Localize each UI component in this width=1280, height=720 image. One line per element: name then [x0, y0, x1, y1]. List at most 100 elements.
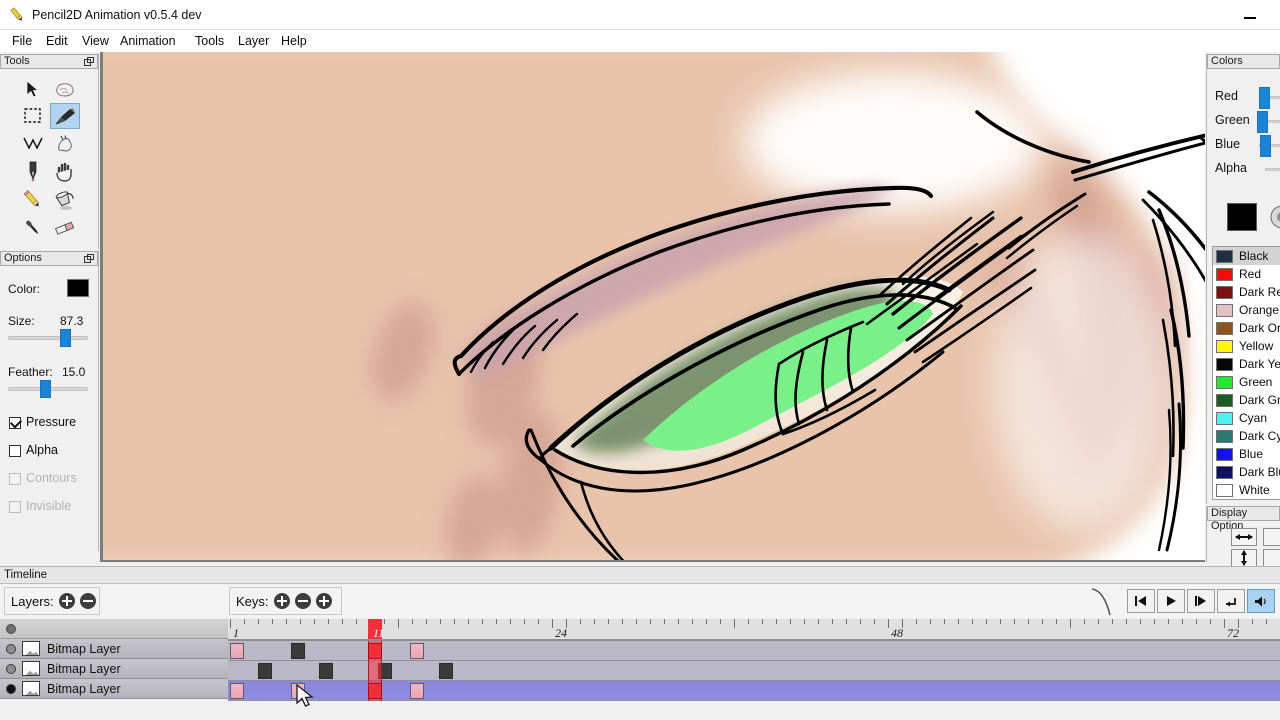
layer-row-1[interactable]: Bitmap Layer [0, 639, 228, 659]
hand-tool[interactable] [50, 159, 80, 185]
polyline-tool[interactable] [18, 131, 48, 157]
loop-button[interactable] [1217, 589, 1245, 613]
green-slider-handle[interactable] [1257, 111, 1268, 133]
palette-item-white[interactable]: White [1213, 481, 1280, 499]
timeline-tracks[interactable] [228, 641, 1280, 701]
blue-slider-handle[interactable] [1260, 135, 1271, 157]
eyedropper-tool[interactable] [18, 215, 48, 241]
palette-swatch [1216, 375, 1233, 389]
loop-icon [1226, 598, 1236, 607]
keyframe[interactable] [319, 663, 333, 679]
layer-row-3[interactable]: Bitmap Layer [0, 679, 228, 699]
flip-vertical-alt-button[interactable] [1263, 549, 1280, 567]
layer-visibility-toggle[interactable] [6, 643, 16, 654]
palette-item-blue[interactable]: Blue [1213, 445, 1280, 463]
layer-visibility-toggle[interactable] [6, 663, 16, 674]
palette-item-black[interactable]: Black [1213, 247, 1280, 265]
alpha-checkbox[interactable] [9, 445, 21, 457]
ruler-label-1: 1 [233, 626, 239, 640]
layer-visibility-toggle[interactable] [6, 683, 16, 694]
select-tool[interactable] [18, 103, 48, 129]
menu-file[interactable]: File [8, 33, 36, 50]
palette-item-orange[interactable]: Orange [1213, 301, 1280, 319]
layer-column-header [0, 619, 228, 639]
palette-label: Dark Yellow [1239, 357, 1280, 371]
keyframe[interactable] [439, 663, 453, 679]
add-key-button[interactable] [273, 593, 290, 609]
color-palette-list[interactable]: Black Red Dark Red Orange Dark Orange Ye… [1212, 246, 1280, 500]
palette-item-red[interactable]: Red [1213, 265, 1280, 283]
float-panel-icon[interactable] [84, 57, 94, 66]
track-row-3[interactable] [228, 681, 1280, 701]
palette-label: Orange [1239, 303, 1280, 317]
float-panel-icon[interactable] [84, 254, 94, 263]
palette-item-dark-green[interactable]: Dark Green [1213, 391, 1280, 409]
menu-layer[interactable]: Layer [234, 33, 273, 50]
pressure-checkbox[interactable] [9, 417, 21, 429]
flip-horizontal-alt-button[interactable] [1263, 528, 1280, 546]
bucket-tool[interactable] [50, 187, 80, 213]
palette-swatch [1216, 339, 1233, 353]
remove-layer-button[interactable] [79, 593, 96, 609]
duplicate-key-button[interactable] [315, 593, 332, 609]
add-layer-button[interactable] [58, 593, 75, 609]
keyframe[interactable] [258, 663, 272, 679]
keyframe-current-1[interactable] [368, 643, 382, 659]
size-slider-handle[interactable] [60, 329, 71, 347]
keyframe[interactable] [230, 643, 244, 659]
size-slider-track[interactable] [8, 336, 88, 340]
track-row-2[interactable] [228, 661, 1280, 681]
menu-edit[interactable]: Edit [42, 33, 72, 50]
menu-animation[interactable]: Animation [116, 33, 180, 50]
palette-swatch [1216, 465, 1233, 479]
keyframe-current-3[interactable] [368, 683, 382, 699]
palette-item-dark-orange[interactable]: Dark Orange [1213, 319, 1280, 337]
smudge-tool[interactable] [50, 76, 80, 102]
keyframe[interactable] [291, 683, 305, 699]
palette-item-cyan[interactable]: Cyan [1213, 409, 1280, 427]
hand-draw-tool[interactable] [50, 131, 80, 157]
eye-drawing [103, 52, 1205, 560]
color-wheel-icon[interactable] [1269, 204, 1280, 230]
keyframe[interactable] [410, 683, 424, 699]
feather-slider-handle[interactable] [40, 380, 51, 398]
current-color-swatch[interactable] [1227, 203, 1257, 231]
minimize-button[interactable] [1242, 8, 1258, 22]
keyframe[interactable] [410, 643, 424, 659]
pen-tool[interactable] [18, 159, 48, 185]
flip-vertical-button[interactable] [1231, 549, 1257, 567]
red-slider-handle[interactable] [1259, 87, 1270, 109]
next-frame-button[interactable] [1187, 589, 1215, 613]
palette-item-yellow[interactable]: Yellow [1213, 337, 1280, 355]
palette-item-dark-cyan[interactable]: Dark Cyan [1213, 427, 1280, 445]
timeline-title: Timeline [0, 567, 1280, 584]
color-swatch[interactable] [67, 279, 89, 297]
sound-button[interactable] [1247, 589, 1275, 613]
previous-frame-button[interactable] [1127, 589, 1155, 613]
layer-row-2[interactable]: Bitmap Layer [0, 659, 228, 679]
palette-item-dark-blue[interactable]: Dark Blue [1213, 463, 1280, 481]
remove-key-button[interactable] [294, 593, 311, 609]
menu-help[interactable]: Help [277, 33, 311, 50]
palette-item-dark-yellow[interactable]: Dark Yellow [1213, 355, 1280, 373]
keyframe[interactable] [291, 643, 305, 659]
brush-tool[interactable] [50, 103, 80, 129]
canvas-viewport[interactable] [100, 52, 1205, 562]
contours-label: Contours [26, 471, 77, 485]
alpha-slider-track[interactable] [1265, 168, 1280, 171]
menu-view[interactable]: View [78, 33, 113, 50]
palette-item-dark-red[interactable]: Dark Red [1213, 283, 1280, 301]
visibility-toggle-all-icon[interactable] [6, 624, 16, 634]
pencil-tool[interactable] [18, 187, 48, 213]
menu-tools[interactable]: Tools [191, 33, 228, 50]
eraser-tool[interactable] [50, 215, 80, 241]
play-button[interactable] [1157, 589, 1185, 613]
keyframe[interactable] [230, 683, 244, 699]
track-row-1[interactable] [228, 641, 1280, 661]
easing-curve-icon[interactable] [1090, 587, 1126, 617]
flip-horizontal-button[interactable] [1231, 528, 1257, 546]
palette-item-green[interactable]: Green [1213, 373, 1280, 391]
drawing-canvas[interactable] [103, 52, 1205, 560]
move-tool[interactable] [18, 76, 48, 102]
timeline-ruler[interactable]: 1 11 24 48 72 11 [228, 619, 1280, 641]
